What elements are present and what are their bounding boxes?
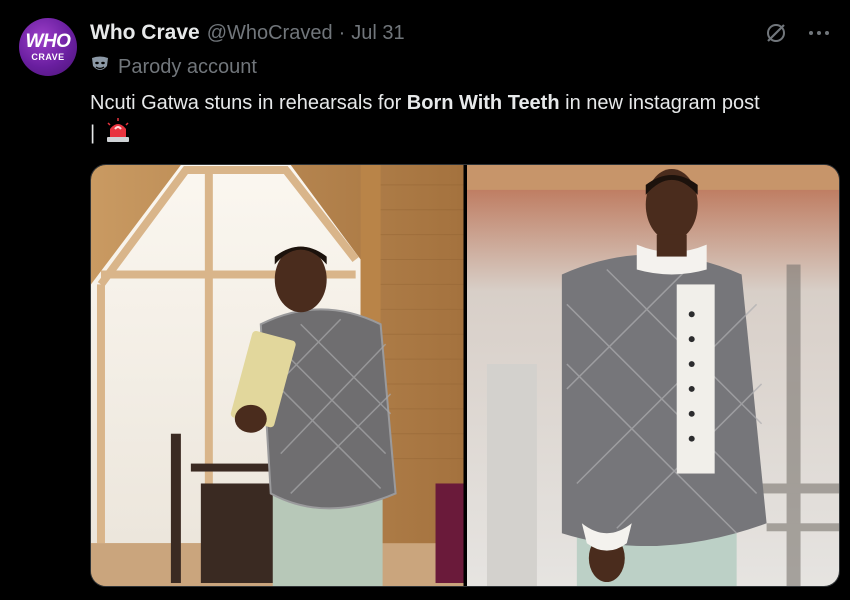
tweet-text-pre: Ncuti Gatwa stuns in rehearsals for (90, 92, 407, 114)
avatar-line1: WHO (25, 31, 71, 52)
theater-mask-icon (90, 55, 110, 80)
avatar-line2: CRAVE (31, 52, 65, 62)
tweet-text-post: in new instagram post (559, 92, 760, 114)
tweet-header: Who Crave @WhoCraved · Jul 31 (90, 20, 830, 46)
parody-label: Parody account (118, 56, 257, 78)
siren-emoji-icon (105, 117, 131, 151)
separator: · (338, 21, 346, 44)
parody-badge: Parody account (90, 55, 257, 80)
media-grid (90, 164, 840, 587)
grok-icon[interactable] (764, 21, 788, 45)
tweet-text: Ncuti Gatwa stuns in rehearsals for Born… (90, 90, 840, 151)
tweet-text-bold: Born With Teeth (406, 92, 560, 114)
author-name[interactable]: Who Crave (90, 21, 200, 45)
avatar[interactable]: WHO CRAVE (19, 18, 77, 76)
author-handle[interactable]: @WhoCraved (207, 22, 333, 45)
photo-left[interactable] (91, 165, 464, 586)
post-date[interactable]: Jul 31 (351, 22, 404, 45)
photo-right[interactable] (466, 165, 839, 586)
more-icon[interactable] (808, 29, 830, 37)
tweet-text-line2: | (90, 122, 96, 145)
